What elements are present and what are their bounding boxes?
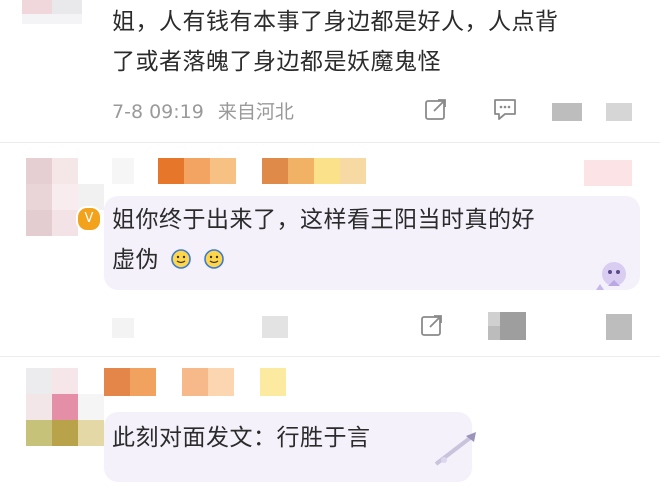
comment-icon[interactable] xyxy=(488,312,526,340)
username-pixelated[interactable] xyxy=(112,158,372,184)
verified-badge-icon: V xyxy=(76,206,102,232)
location-pixelated xyxy=(262,316,288,338)
like-count-pixelated xyxy=(606,103,632,121)
avatar[interactable] xyxy=(26,368,106,468)
share-icon[interactable] xyxy=(420,313,444,337)
fan-badge-pixelated xyxy=(584,160,632,186)
location: 来自河北 xyxy=(217,101,294,123)
timestamp: 7-8 09:19 xyxy=(112,101,204,123)
smiley-emoji-icon xyxy=(203,243,225,269)
comment-text-line: 姐，人有钱有本事了身边都是好人，人点背 xyxy=(112,9,559,35)
smiley-emoji-icon xyxy=(170,243,192,269)
divider xyxy=(0,356,660,357)
comment-text-line: 了或者落魄了身边都是妖魔鬼怪 xyxy=(112,49,441,75)
comment-text-line: 姐你终于出来了，这样看王阳当时真的好 xyxy=(112,207,535,233)
divider xyxy=(0,142,660,143)
like-icon[interactable] xyxy=(606,314,632,340)
timestamp-pixelated xyxy=(112,318,134,338)
comment-text: 姐你终于出来了，这样看王阳当时真的好 虚伪 xyxy=(112,200,632,280)
share-icon[interactable] xyxy=(424,97,448,121)
username-pixelated[interactable] xyxy=(104,368,324,396)
comment-text: 姐，人有钱有本事了身边都是好人，人点背 了或者落魄了身边都是妖魔鬼怪 xyxy=(112,2,652,82)
comment-text-line-2: 虚伪 xyxy=(112,240,632,280)
avatar-top-pixelated[interactable] xyxy=(0,0,90,28)
comment-text: 此刻对面发文：行胜于言 xyxy=(112,425,371,451)
like-icon[interactable] xyxy=(552,103,582,121)
comment-meta: 7-8 09:19 来自河北 xyxy=(112,97,294,124)
comment-icon[interactable] xyxy=(492,97,518,121)
bubble-decoration-icon xyxy=(430,430,486,472)
bubble-decoration-icon xyxy=(592,256,636,300)
